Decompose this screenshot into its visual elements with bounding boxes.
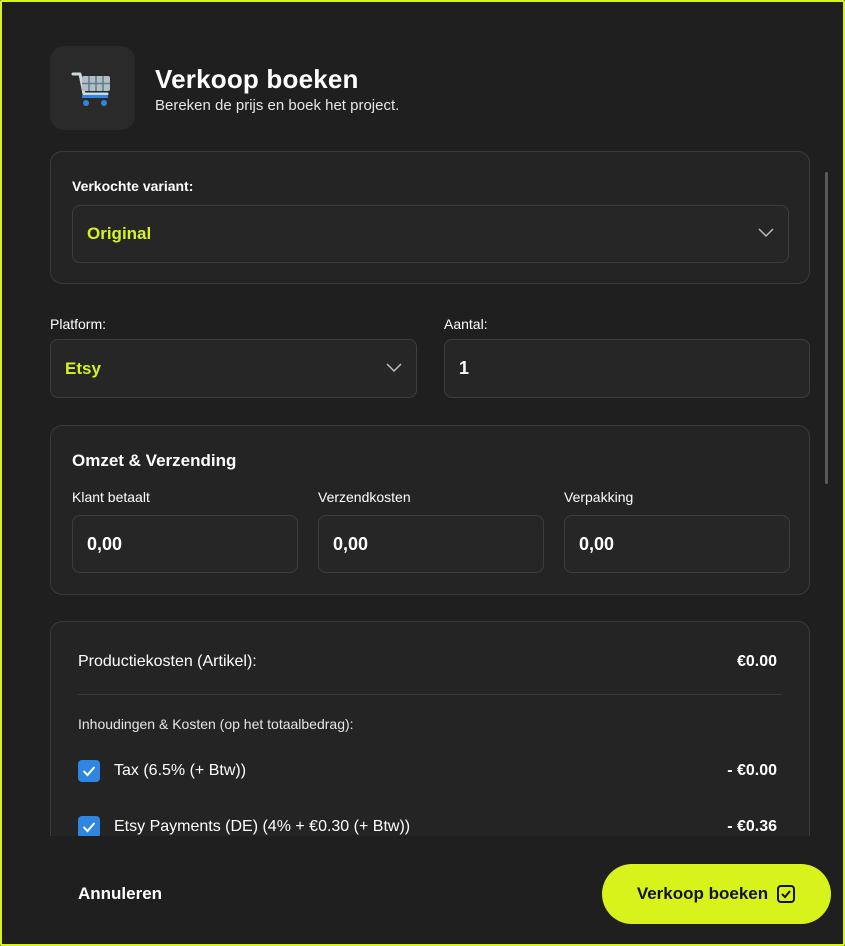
checkmark-icon [82,822,96,833]
chevron-down-icon [386,362,402,372]
checkbox-icon [777,885,796,903]
customer-pays-value: 0,00 [87,533,123,554]
revenue-title: Omzet & Verzending [72,451,237,470]
platform-selected-value: Etsy [65,358,101,378]
variant-select[interactable]: Original [72,205,789,263]
tax-value: - €0.00 [727,762,777,779]
etsy-payments-checkbox[interactable] [78,816,100,838]
dialog-subtitle: Bereken de prijs en boek het project. [155,96,400,114]
deductions-heading: Inhoudingen & Kosten (op het totaalbedra… [78,716,354,732]
variant-card: Verkochte variant: Original [50,151,810,284]
platform-label: Platform: [50,316,107,332]
chevron-down-icon [758,228,774,238]
scrollbar[interactable] [825,172,828,484]
deduction-left: Tax (6.5% (+ Btw)) [78,760,246,782]
etsy-payments-value: - €0.36 [727,818,777,835]
revenue-card: Omzet & Verzending Klant betaalt 0,00 Ve… [50,425,810,595]
sale-booking-dialog: Verkoop boeken Bereken de prijs en boek … [0,0,845,946]
cancel-button[interactable]: Annuleren [78,884,162,904]
quantity-label: Aantal: [444,316,488,332]
tax-checkbox[interactable] [78,760,100,782]
dialog-footer: Annuleren Verkoop boeken [2,836,843,944]
packaging-input[interactable]: 0,00 [564,515,790,573]
dialog-title: Verkoop boeken [155,63,359,94]
shipping-cost-value: 0,00 [333,533,369,554]
deduction-left: Etsy Payments (DE) (4% + €0.30 (+ Btw)) [78,816,410,838]
shopping-cart-icon [50,46,135,130]
customer-pays-label: Klant betaalt [72,489,150,505]
quantity-input[interactable]: 1 [444,339,810,398]
header-text: Verkoop boeken Bereken de prijs en boek … [155,63,399,114]
variant-label: Verkochte variant: [72,178,194,194]
checkmark-icon [82,766,96,777]
production-cost-value: €0.00 [736,653,777,670]
dialog-header: Verkoop boeken Bereken de prijs en boek … [50,46,399,130]
etsy-payments-label: Etsy Payments (DE) (4% + €0.30 (+ Btw)) [114,818,411,835]
book-sale-button[interactable]: Verkoop boeken [602,864,831,924]
platform-select[interactable]: Etsy [50,339,417,398]
production-cost-label: Productiekosten (Artikel): [78,653,257,670]
book-sale-label: Verkoop boeken [636,884,769,903]
shipping-cost-input[interactable]: 0,00 [318,515,544,573]
shipping-cost-label: Verzendkosten [318,489,411,505]
production-cost-row: Productiekosten (Artikel): €0.00 [78,650,777,674]
packaging-value: 0,00 [579,533,615,554]
quantity-value: 1 [459,358,470,378]
tax-label: Tax (6.5% (+ Btw)) [114,762,247,779]
deduction-row: Tax (6.5% (+ Btw)) - €0.00 [78,758,777,784]
variant-selected-value: Original [87,224,152,243]
customer-pays-input[interactable]: 0,00 [72,515,298,573]
summary-divider [78,694,782,695]
packaging-label: Verpakking [564,489,634,505]
